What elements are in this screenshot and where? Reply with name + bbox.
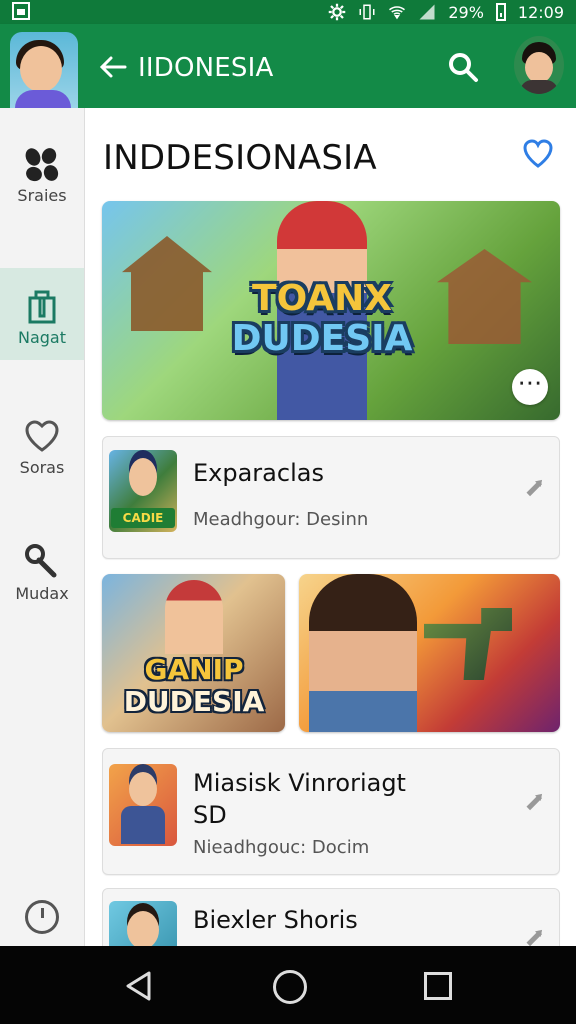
cat-paws-icon <box>25 148 59 182</box>
signal-icon <box>419 4 435 20</box>
search-icon[interactable] <box>446 50 480 84</box>
recent-apps-square-icon[interactable] <box>424 972 452 1000</box>
avatar-shirt <box>15 90 71 108</box>
list-item[interactable]: Biexler Shoris <box>102 888 560 946</box>
main-content: INDDESIONASIA TOANX DUDESIA ⋯ CADIE Expa… <box>85 108 576 946</box>
sidebar: Sraies Nagat Soras Mudax <box>0 108 85 946</box>
sidebar-item-label: Mudax <box>15 584 69 603</box>
sidebar-item-mudax[interactable]: Mudax <box>0 524 84 616</box>
back-arrow-icon[interactable] <box>98 52 128 82</box>
thumbnail-character <box>129 458 157 496</box>
vibrate-icon <box>359 4 375 20</box>
heart-icon <box>25 420 59 452</box>
game-tile-hero[interactable] <box>299 574 560 732</box>
hero-title-line1: TOANX <box>252 278 392 319</box>
app-title: IIDONESIA <box>138 53 274 83</box>
back-triangle-icon[interactable] <box>124 970 152 1002</box>
status-bar: 29% 12:09 <box>0 0 576 24</box>
battery-icon <box>495 3 506 21</box>
game-thumbnail <box>109 901 177 946</box>
page-title: INDDESIONASIA <box>103 138 377 178</box>
card-title: Miasisk Vinroriagt SD <box>193 769 406 829</box>
power-icon[interactable] <box>25 900 59 934</box>
hero-banner[interactable]: TOANX DUDESIA ⋯ <box>102 201 560 420</box>
wifi-icon <box>389 6 406 20</box>
card-subtitle: Meadhgour: Desinn <box>193 509 369 530</box>
hero-temple-right <box>437 249 532 344</box>
edit-pencil-icon[interactable] <box>521 787 549 815</box>
tile-title-line1: GANIP <box>144 653 244 686</box>
avatar-face <box>20 46 62 92</box>
status-icons: 29% 12:09 <box>328 0 564 24</box>
hero-title: TOANX DUDESIA <box>197 279 447 359</box>
clock: 12:09 <box>517 2 564 22</box>
sidebar-item-label: Nagat <box>17 328 66 347</box>
card-title: Biexler Shoris <box>193 906 358 934</box>
tile-title: GANIP DUDESIA <box>110 654 278 718</box>
thumbnail-character <box>129 772 157 806</box>
thumbnail-character <box>127 911 159 946</box>
bag-icon <box>28 290 56 324</box>
list-item[interactable]: CADIE Exparaclas Meadhgour: Desinn <box>102 436 560 559</box>
profile-shirt <box>520 80 558 94</box>
gallery-icon <box>12 2 30 20</box>
sidebar-item-soras[interactable]: Soras <box>0 398 84 490</box>
profile-face <box>525 52 553 83</box>
profile-avatar[interactable] <box>514 36 564 94</box>
sidebar-item-nagat[interactable]: Nagat <box>0 268 84 360</box>
battery-percent: 29% <box>448 2 484 22</box>
sidebar-item-sraies[interactable]: Sraies <box>0 126 84 218</box>
sidebar-item-label: Soras <box>19 458 65 477</box>
game-thumbnail <box>109 764 177 846</box>
hero-title-line2: DUDESIA <box>231 318 413 359</box>
card-subtitle: Nieadhgouc: Docim <box>193 837 370 858</box>
edit-pencil-icon[interactable] <box>521 473 549 501</box>
edit-pencil-icon[interactable] <box>521 923 549 946</box>
tile-blaster-illustration <box>424 608 512 680</box>
card-title: Exparaclas <box>193 459 324 487</box>
settings-icon <box>329 3 346 21</box>
app-bar: IIDONESIA <box>0 24 576 108</box>
thumbnail-label: CADIE <box>111 508 175 528</box>
home-circle-icon[interactable] <box>273 970 307 1004</box>
tile-title-line2: DUDESIA <box>123 685 265 718</box>
list-item[interactable]: Miasisk Vinroriagt SD Nieadhgouc: Docim <box>102 748 560 875</box>
game-tile-ganip[interactable]: GANIP DUDESIA <box>102 574 285 732</box>
thumbnail-body <box>121 806 165 844</box>
game-thumbnail: CADIE <box>109 450 177 532</box>
sidebar-item-label: Sraies <box>17 186 67 205</box>
more-options-icon[interactable]: ⋯ <box>512 369 548 405</box>
avatar[interactable] <box>10 32 78 108</box>
favorite-heart-icon[interactable] <box>522 138 554 168</box>
wrench-icon <box>25 544 57 578</box>
tile-woman-illustration <box>309 574 417 732</box>
tile-character <box>165 580 223 654</box>
system-navigation-bar <box>0 946 576 1024</box>
